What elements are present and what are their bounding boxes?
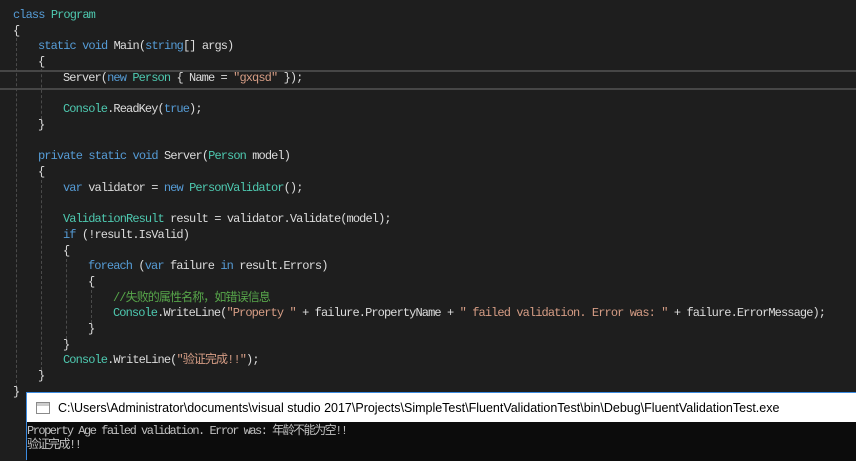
code-line: } — [63, 337, 70, 353]
code-line: Console.WriteLine("验证完成!!"); — [63, 352, 260, 368]
code-token: Console — [63, 102, 108, 117]
console-title: C:\Users\Administrator\documents\visual … — [58, 400, 780, 415]
code-token: Console — [113, 306, 158, 321]
code-token: model) — [245, 149, 291, 164]
code-token: PersonValidator — [189, 180, 284, 195]
console-output: Property Age failed validation. Error wa… — [27, 422, 856, 461]
code-token: { Name = — [170, 70, 234, 85]
code-token: { — [38, 55, 45, 70]
code-editor[interactable]: class Program{static void Main(string[] … — [0, 0, 856, 459]
code-line: if (!result.IsValid) — [63, 227, 190, 243]
code-token: //失败的属性名称，如错误信息 — [113, 290, 271, 305]
code-token: foreach — [88, 259, 139, 274]
code-token: } — [13, 384, 20, 399]
indent-guide — [41, 180, 42, 370]
code-token: Server( — [63, 70, 108, 85]
code-token: [] args) — [182, 39, 234, 54]
code-token: new — [107, 70, 133, 85]
code-token: string — [145, 39, 184, 54]
code-token: ); — [246, 353, 259, 368]
indent-guide — [41, 69, 42, 119]
code-token: .WriteLine( — [107, 353, 177, 368]
code-token: ValidationResult — [63, 212, 165, 227]
code-line: } — [38, 368, 45, 384]
code-token: { — [63, 243, 70, 258]
code-token: var — [144, 259, 170, 274]
code-line: static void Main(string[] args) — [38, 38, 234, 54]
code-token: "gxqsd" — [233, 70, 278, 85]
code-line: //失败的属性名称，如错误信息 — [113, 290, 271, 306]
code-token: Person — [132, 70, 171, 85]
code-token: { — [13, 23, 20, 38]
console-window[interactable]: C:\Users\Administrator\documents\visual … — [26, 392, 856, 461]
code-token: class — [13, 8, 51, 22]
code-line: private static void Server(Person model) — [38, 148, 291, 164]
code-token: { — [38, 165, 45, 179]
code-token: Program — [50, 8, 96, 22]
code-line: { — [38, 164, 45, 180]
code-line: Console.ReadKey(true); — [63, 101, 203, 117]
code-line: Server(new Person { Name = "gxqsd" }); — [63, 70, 304, 86]
code-token: Console — [63, 353, 108, 368]
code-token: + failure.ErrorMessage); — [667, 306, 826, 321]
code-line: { — [13, 23, 20, 39]
code-line: } — [88, 321, 95, 337]
code-line: ValidationResult result = validator.Vali… — [63, 211, 392, 227]
code-token: " failed validation. Error was: " — [459, 306, 669, 321]
code-line: var validator = new PersonValidator(); — [63, 180, 303, 196]
code-line: class Program — [13, 7, 96, 23]
code-token: (); — [283, 180, 304, 195]
code-token: private static void — [38, 149, 165, 164]
code-token: new — [163, 180, 190, 195]
indent-guide — [66, 259, 67, 339]
code-token: } — [88, 322, 95, 336]
indent-guide — [91, 290, 92, 323]
code-token: } — [38, 369, 45, 384]
code-token: .WriteLine( — [157, 306, 227, 321]
code-line: } — [13, 384, 20, 400]
code-token: { — [88, 274, 95, 289]
code-token: .ReadKey( — [107, 102, 165, 117]
code-token: Main( — [113, 39, 146, 54]
code-token: Person — [208, 149, 247, 164]
code-line: { — [88, 274, 95, 290]
code-token: validator = — [88, 180, 164, 195]
code-token: ); — [189, 102, 202, 117]
code-token: static void — [38, 39, 114, 54]
code-token: }); — [277, 70, 304, 85]
console-app-icon — [36, 401, 50, 414]
code-token: } — [63, 337, 70, 352]
code-token: + failure.PropertyName + — [295, 306, 460, 321]
code-line: Console.WriteLine("Property " + failure.… — [113, 305, 826, 321]
console-title-bar[interactable]: C:\Users\Administrator\documents\visual … — [27, 393, 856, 422]
code-line: { — [38, 54, 45, 70]
code-token: "验证完成!!" — [176, 353, 247, 368]
code-token: var — [63, 180, 89, 195]
code-token: result = validator.Validate(model); — [163, 212, 391, 227]
code-token: result.Errors) — [239, 259, 328, 274]
code-token: (!result.IsValid) — [81, 227, 190, 242]
code-token: true — [163, 102, 190, 117]
console-output-line: 验证完成!! — [27, 438, 82, 452]
code-token: if — [63, 227, 82, 242]
code-token: "Property " — [226, 306, 296, 321]
code-line: foreach (var failure in result.Errors) — [88, 258, 328, 274]
code-token: failure — [169, 259, 221, 274]
code-token: in — [220, 259, 240, 274]
console-output-line: Property Age failed validation. Error wa… — [27, 424, 348, 438]
code-token: } — [38, 117, 45, 132]
code-token: Server( — [164, 149, 209, 164]
indent-guide — [16, 38, 17, 393]
code-line: } — [38, 117, 45, 133]
code-line: { — [63, 243, 70, 259]
